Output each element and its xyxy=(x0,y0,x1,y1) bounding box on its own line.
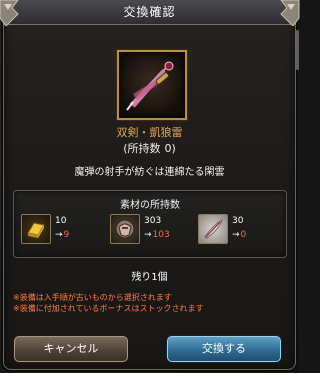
owned-label: (所持数 xyxy=(123,142,161,155)
material-after-value: 9 xyxy=(63,230,70,240)
material-item: 303 →103 xyxy=(110,214,190,248)
item-description: 魔弾の射手が紡ぐは連綿たる閑雲 xyxy=(74,167,225,178)
corner-ornament-icon xyxy=(280,0,300,26)
feather-quill-icon xyxy=(198,214,228,244)
material-item: 10 →9 xyxy=(21,214,101,248)
material-count: 10 xyxy=(55,216,67,226)
corner-ornament-icon xyxy=(0,0,19,26)
dialog-title: 交換確認 xyxy=(123,5,176,19)
material-item: 30 →0 xyxy=(198,214,278,248)
material-after: →0 xyxy=(232,230,246,240)
notes: ※装備は入手順が古いものから選択されます ※装備に付加されているボーナスはストッ… xyxy=(13,292,203,314)
exchange-confirm-dialog: 交換確認 双剣・凱狼雷 (所持数 0) 魔弾の射手が紡ぐは連綿たる閑雲 素材の所持 xyxy=(0,0,300,370)
arrow-icon: → xyxy=(144,230,152,240)
arrow-icon: → xyxy=(55,230,63,240)
material-after-value: 0 xyxy=(240,230,247,240)
item-thumbnail xyxy=(117,50,187,120)
material-count: 303 xyxy=(144,216,162,226)
materials-title: 素材の所持数 xyxy=(120,200,180,211)
material-after: →9 xyxy=(55,230,69,240)
cancel-button[interactable]: キャンセル xyxy=(14,336,128,362)
dual-blade-weapon-icon xyxy=(126,61,174,111)
note-line: ※装備は入手順が古いものから選択されます xyxy=(13,293,172,302)
material-after: →103 xyxy=(144,230,170,240)
item-name: 双剣・凱狼雷 xyxy=(116,126,183,139)
exchange-button[interactable]: 交換する xyxy=(167,336,281,362)
arrow-icon: → xyxy=(232,230,240,240)
materials-panel: 素材の所持数 10 →9 303 →103 30 →0 xyxy=(13,190,287,258)
note-line: ※装備に付加されているボーナスはストックされます xyxy=(13,304,204,313)
remaining-count: 残り1個 xyxy=(131,272,168,283)
scrollbar[interactable] xyxy=(296,30,299,70)
armor-fragment-icon xyxy=(110,214,140,244)
material-after-value: 103 xyxy=(152,230,170,240)
material-count: 30 xyxy=(232,216,244,226)
owned-count: (所持数 0) xyxy=(4,140,295,156)
owned-value: 0) xyxy=(164,142,176,155)
gold-brick-icon xyxy=(21,214,51,244)
dialog-titlebar: 交換確認 xyxy=(0,0,300,26)
